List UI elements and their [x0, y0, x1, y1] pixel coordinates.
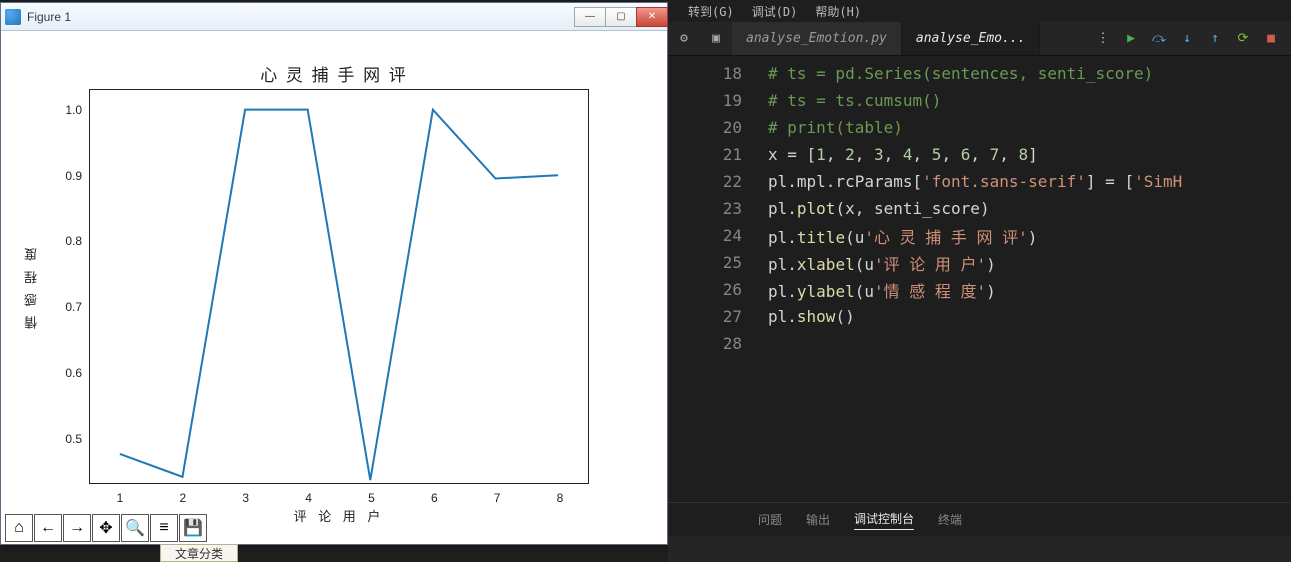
status-bar [668, 536, 1291, 562]
menu-goto[interactable]: 转到(G) [688, 3, 734, 20]
editor-tabs-row: ⚙ ▣ analyse_Emotion.py analyse_Emo... ⋮ … [668, 22, 1291, 56]
tab-file-1[interactable]: analyse_Emotion.py [732, 22, 902, 55]
code-editor[interactable]: 18# ts = pd.Series(sentences, senti_scor… [668, 56, 1291, 502]
code-text[interactable]: # ts = ts.cumsum() [768, 91, 941, 110]
terminal-icon[interactable]: ▣ [700, 23, 732, 55]
plot-canvas[interactable]: 心 灵 捕 手 网 评 情 感 程 度 评 论 用 户 0.50.60.70.8… [9, 33, 659, 508]
line-number: 21 [668, 145, 768, 164]
y-tick: 0.7 [50, 300, 82, 314]
line-number: 22 [668, 172, 768, 191]
code-text[interactable]: x = [1, 2, 3, 4, 5, 6, 7, 8] [768, 145, 1038, 164]
panel-problems[interactable]: 问题 [758, 511, 782, 528]
code-text[interactable]: pl.mpl.rcParams['font.sans-serif'] = ['S… [768, 172, 1182, 191]
code-text[interactable]: pl.ylabel(u'情 感 程 度') [768, 278, 996, 302]
maximize-button[interactable]: ▢ [605, 7, 637, 27]
line-number: 26 [668, 280, 768, 299]
code-line[interactable]: 20# print(table) [668, 114, 1291, 141]
code-line[interactable]: 24pl.title(u'心 灵 捕 手 网 评') [668, 222, 1291, 249]
step-over-icon[interactable]: ⤼ [1149, 29, 1169, 49]
y-axis-label: 情 感 程 度 [22, 245, 41, 329]
step-into-icon[interactable]: ↓ [1177, 29, 1197, 49]
y-tick: 1.0 [50, 103, 82, 117]
pan-icon[interactable]: ✥ [92, 514, 120, 542]
menu-bar: 转到(G) 调试(D) 帮助(H) [668, 0, 1291, 22]
background-tab[interactable]: 文章分类 [160, 544, 238, 562]
code-line[interactable]: 25pl.xlabel(u'评 论 用 户') [668, 249, 1291, 276]
panel-debug-console[interactable]: 调试控制台 [854, 510, 914, 530]
menu-help[interactable]: 帮助(H) [815, 3, 861, 20]
zoom-icon[interactable]: 🔍 [121, 514, 149, 542]
minimize-button[interactable]: — [574, 7, 606, 27]
close-button[interactable]: ✕ [636, 7, 668, 27]
x-tick: 7 [494, 491, 501, 505]
code-line[interactable]: 27pl.show() [668, 303, 1291, 330]
forward-icon[interactable]: → [63, 514, 91, 542]
figure-titlebar[interactable]: Figure 1 — ▢ ✕ [1, 3, 667, 31]
x-tick: 4 [305, 491, 312, 505]
tab-file-2[interactable]: analyse_Emo... [902, 22, 1041, 55]
line-number: 24 [668, 226, 768, 245]
figure-window: Figure 1 — ▢ ✕ 心 灵 捕 手 网 评 情 感 程 度 评 论 用… [0, 2, 668, 545]
matplotlib-toolbar: ⌂ ← → ✥ 🔍 ≡ 💾 [5, 514, 208, 542]
x-tick: 2 [180, 491, 187, 505]
plot-axes: 情 感 程 度 评 论 用 户 0.50.60.70.80.91.0123456… [89, 89, 589, 484]
gear-icon[interactable]: ⚙ [668, 23, 700, 55]
restart-icon[interactable]: ⟳ [1233, 29, 1253, 49]
bottom-panel: 问题 输出 调试控制台 终端 [668, 502, 1291, 536]
y-tick: 0.5 [50, 432, 82, 446]
code-text[interactable]: # print(table) [768, 118, 903, 137]
code-line[interactable]: 19# ts = ts.cumsum() [668, 87, 1291, 114]
code-line[interactable]: 21x = [1, 2, 3, 4, 5, 6, 7, 8] [668, 141, 1291, 168]
code-text[interactable]: # ts = pd.Series(sentences, senti_score) [768, 64, 1153, 83]
x-tick: 8 [557, 491, 564, 505]
code-line[interactable]: 18# ts = pd.Series(sentences, senti_scor… [668, 60, 1291, 87]
ide-panel: 转到(G) 调试(D) 帮助(H) ⚙ ▣ analyse_Emotion.py… [668, 0, 1291, 562]
step-out-icon[interactable]: ↑ [1205, 29, 1225, 49]
code-text[interactable]: pl.plot(x, senti_score) [768, 199, 990, 218]
y-tick: 0.9 [50, 169, 82, 183]
panel-output[interactable]: 输出 [806, 511, 830, 528]
code-line[interactable]: 26pl.ylabel(u'情 感 程 度') [668, 276, 1291, 303]
menu-debug[interactable]: 调试(D) [752, 3, 798, 20]
code-text[interactable]: pl.title(u'心 灵 捕 手 网 评') [768, 224, 1037, 248]
x-tick: 1 [117, 491, 124, 505]
code-text[interactable]: pl.xlabel(u'评 论 用 户') [768, 251, 996, 275]
line-number: 18 [668, 64, 768, 83]
x-tick: 3 [242, 491, 249, 505]
stop-icon[interactable]: ■ [1261, 29, 1281, 49]
line-number: 19 [668, 91, 768, 110]
line-number: 25 [668, 253, 768, 272]
home-icon[interactable]: ⌂ [5, 514, 33, 542]
line-number: 23 [668, 199, 768, 218]
line-number: 27 [668, 307, 768, 326]
line-number: 20 [668, 118, 768, 137]
save-icon[interactable]: 💾 [179, 514, 207, 542]
window-title: Figure 1 [27, 10, 574, 24]
more-icon[interactable]: ⋮ [1093, 29, 1113, 49]
x-tick: 5 [368, 491, 375, 505]
panel-terminal[interactable]: 终端 [938, 511, 962, 528]
configure-icon[interactable]: ≡ [150, 514, 178, 542]
y-tick: 0.8 [50, 234, 82, 248]
line-number: 28 [668, 334, 768, 353]
chart-title: 心 灵 捕 手 网 评 [9, 61, 659, 86]
x-tick: 6 [431, 491, 438, 505]
back-icon[interactable]: ← [34, 514, 62, 542]
code-text[interactable]: pl.show() [768, 307, 855, 326]
app-icon [5, 9, 21, 25]
run-icon[interactable]: ▶ [1121, 29, 1141, 49]
code-line[interactable]: 23pl.plot(x, senti_score) [668, 195, 1291, 222]
code-line[interactable]: 28 [668, 330, 1291, 357]
y-tick: 0.6 [50, 366, 82, 380]
code-line[interactable]: 22pl.mpl.rcParams['font.sans-serif'] = [… [668, 168, 1291, 195]
line-plot-svg [90, 90, 588, 483]
